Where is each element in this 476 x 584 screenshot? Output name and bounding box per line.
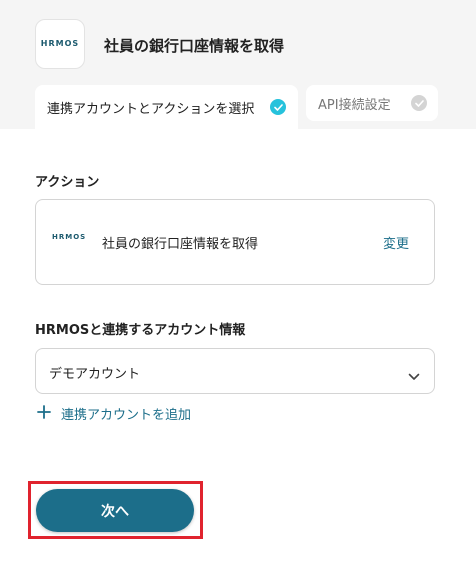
selected-account: デモアカウント [49,367,141,382]
hrmos-logo-text: HRMOS [40,39,80,48]
tab-account-action[interactable]: 連携アカウントとアクションを選択 [35,85,298,129]
hrmos-logo: HRMOS [35,19,85,69]
action-card: HRMOS 社員の銀行口座情報を取得 変更 [35,199,435,285]
tab-account-action-label: 連携アカウントとアクションを選択 [47,101,255,117]
add-account-link[interactable]: 連携アカウントを追加 [37,404,191,423]
hrmos-logo: HRMOS [52,234,86,241]
action-name: 社員の銀行口座情報を取得 [102,237,259,252]
account-section-label: HRMOSと連携するアカウント情報 [35,323,246,338]
next-button[interactable]: 次へ [36,489,194,532]
change-action-link[interactable]: 変更 [383,233,409,252]
header: HRMOS 社員の銀行口座情報を取得 連携アカウントとアクションを選択 API接… [0,0,476,129]
check-circle-icon [270,99,286,115]
check-circle-icon [411,95,427,111]
card-logo-text: HRMOS [52,233,87,241]
chevron-down-icon [408,366,420,385]
tab-api-settings[interactable]: API接続設定 [306,85,438,121]
account-select[interactable]: デモアカウント [35,348,435,394]
add-account-label: 連携アカウントを追加 [61,408,192,423]
page-title: 社員の銀行口座情報を取得 [104,37,285,55]
tab-api-settings-label: API接続設定 [318,97,391,113]
action-section-label: アクション [35,175,100,190]
plus-icon [37,404,51,423]
